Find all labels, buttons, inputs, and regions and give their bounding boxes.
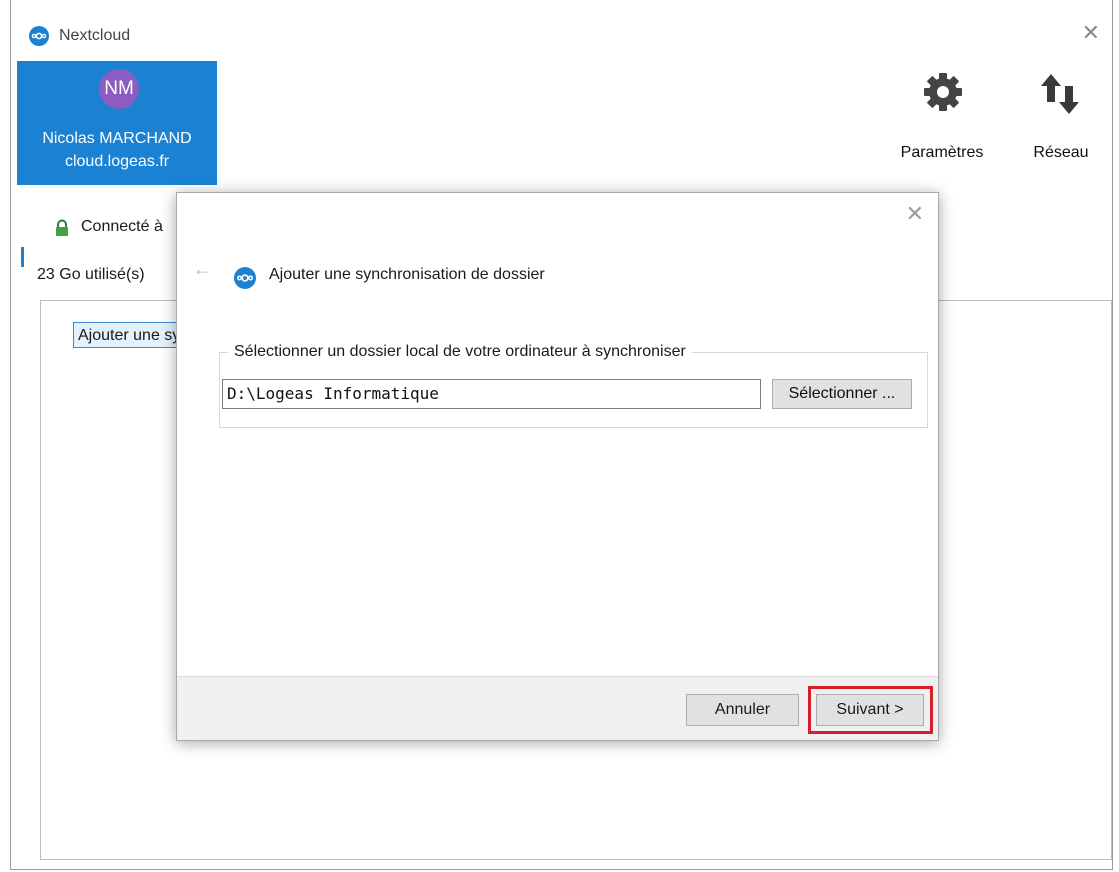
settings-button[interactable]: Paramètres <box>887 68 997 162</box>
add-folder-sync-dialog: ✕ ← Ajouter une synchronisation de dossi… <box>176 192 939 741</box>
up-down-arrows-icon <box>1039 72 1083 121</box>
nextcloud-logo-icon <box>234 267 256 294</box>
account-server: cloud.logeas.fr <box>64 153 170 170</box>
back-arrow-icon[interactable]: ← <box>193 259 211 280</box>
local-path-input[interactable]: D:\Logeas Informatique <box>222 379 761 409</box>
settings-label: Paramètres <box>900 144 984 161</box>
network-button[interactable]: Réseau <box>1019 68 1103 162</box>
account-card[interactable]: NM Nicolas MARCHAND cloud.logeas.fr <box>17 61 217 185</box>
cancel-button[interactable]: Annuler <box>686 694 799 726</box>
connected-text: Connecté à <box>81 218 163 235</box>
gear-icon <box>923 72 963 117</box>
next-button-highlight <box>808 686 933 734</box>
lock-icon <box>53 219 71 242</box>
quota-text: 23 Go utilisé(s) <box>37 266 145 283</box>
dialog-title: Ajouter une synchronisation de dossier <box>269 266 545 283</box>
divider <box>21 247 24 267</box>
avatar: NM <box>99 69 139 109</box>
network-label: Réseau <box>1033 144 1089 161</box>
dialog-close-icon[interactable]: ✕ <box>906 201 924 227</box>
dialog-footer: Annuler Suivant > <box>177 676 938 740</box>
window-title: Nextcloud <box>59 27 131 44</box>
title-bar: Nextcloud ✕ <box>11 14 1112 54</box>
select-folder-button[interactable]: Sélectionner ... <box>772 379 912 409</box>
group-label: Sélectionner un dossier local de votre o… <box>228 343 692 361</box>
window-close-icon[interactable]: ✕ <box>1082 20 1100 46</box>
nextcloud-logo-icon <box>29 26 49 51</box>
account-name: Nicolas MARCHAND <box>42 130 192 147</box>
